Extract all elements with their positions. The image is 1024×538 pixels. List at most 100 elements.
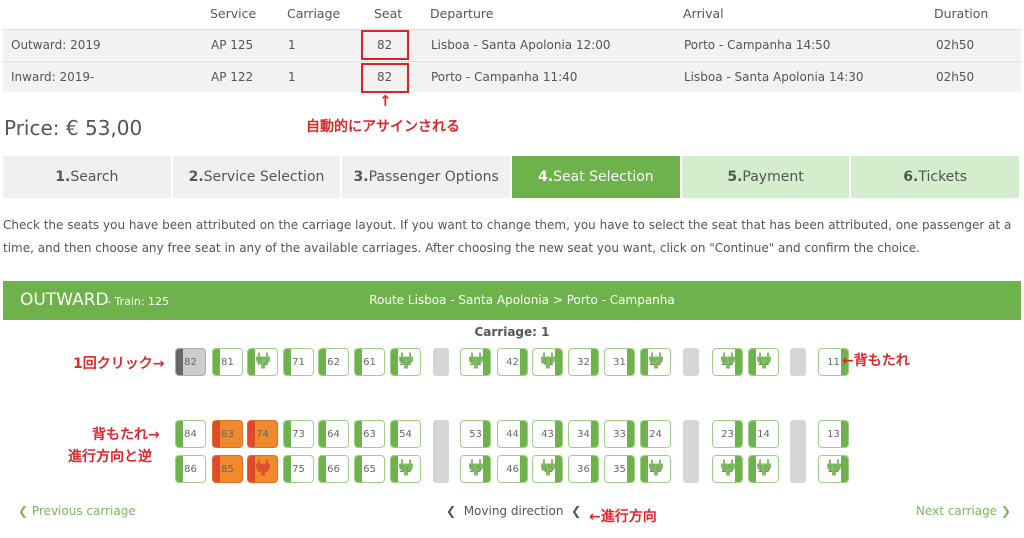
- seat-81[interactable]: 81: [212, 348, 243, 376]
- backrest-indicator: [213, 349, 220, 375]
- backrest-indicator: [355, 456, 362, 482]
- backrest-indicator: [319, 421, 326, 447]
- seat-65[interactable]: 65: [354, 455, 385, 483]
- seat-number: 36: [577, 463, 590, 475]
- backrest-indicator: [284, 349, 291, 375]
- seat-86[interactable]: 86: [175, 455, 206, 483]
- seat-32[interactable]: 32: [568, 348, 599, 376]
- seat-36[interactable]: 36: [568, 455, 599, 483]
- progress-steps: 1. Search 2. Service Selection 3. Passenger…: [3, 156, 1022, 198]
- seat-51[interactable]: 51: [460, 348, 491, 376]
- seat-31[interactable]: 31: [604, 348, 635, 376]
- seat-24[interactable]: 24: [640, 420, 671, 448]
- seat-number: 63: [363, 428, 376, 440]
- seat-16[interactable]: 16: [748, 455, 779, 483]
- seat-66[interactable]: 66: [318, 455, 349, 483]
- aisle: [683, 348, 699, 376]
- seat-13[interactable]: 13: [818, 420, 849, 448]
- next-carriage-label: Next carriage: [916, 504, 998, 518]
- seat-74[interactable]: 74: [247, 420, 278, 448]
- header-duration: Duration: [934, 6, 989, 21]
- backrest-indicator: [591, 349, 598, 375]
- seat-number: 11: [827, 356, 840, 368]
- backrest-indicator: [319, 349, 326, 375]
- power-outlet-icon: [720, 352, 736, 373]
- next-carriage-link[interactable]: Next carriage ❯: [916, 504, 1011, 518]
- seat-41[interactable]: 41: [532, 348, 563, 376]
- step-number: 1.: [55, 169, 71, 185]
- seat-56[interactable]: 56: [390, 455, 421, 483]
- seat-number: 23: [721, 428, 734, 440]
- seat-25[interactable]: 25: [712, 455, 743, 483]
- seat-12[interactable]: 12: [748, 348, 779, 376]
- step-number: 5.: [727, 169, 743, 185]
- seat-46[interactable]: 46: [497, 455, 528, 483]
- header-service: Service: [210, 6, 257, 21]
- step-label: Payment: [742, 169, 804, 185]
- seat-number: 64: [327, 428, 340, 440]
- backrest-indicator: [735, 421, 742, 447]
- seat-14[interactable]: 14: [748, 420, 779, 448]
- seat-number: 84: [184, 428, 197, 440]
- seat-54[interactable]: 54: [390, 420, 421, 448]
- seat-82[interactable]: 82: [175, 348, 206, 376]
- seat-76[interactable]: 76: [247, 455, 278, 483]
- seat-62[interactable]: 62: [318, 348, 349, 376]
- seat-34[interactable]: 34: [568, 420, 599, 448]
- backrest-indicator: [749, 421, 756, 447]
- backrest-indicator: [591, 456, 598, 482]
- seat-15[interactable]: 15: [818, 455, 849, 483]
- seat-22[interactable]: 22: [640, 348, 671, 376]
- seat-35[interactable]: 35: [604, 455, 635, 483]
- seat-number: 75: [292, 463, 305, 475]
- table-row-outward: Outward: 2019 AP 125 1 82 Lisboa - Santa…: [3, 29, 1021, 60]
- step-seat-selection: 4. Seat Selection: [512, 156, 682, 198]
- backrest-indicator: [391, 421, 398, 447]
- row-arrival: Porto - Campanha 14:50: [684, 38, 831, 52]
- previous-carriage-link[interactable]: ❮ Previous carriage: [18, 504, 136, 518]
- seat-number: 14: [757, 428, 770, 440]
- seat-63[interactable]: 63: [354, 420, 385, 448]
- backrest-indicator: [483, 349, 490, 375]
- seat-21[interactable]: 21: [712, 348, 743, 376]
- backrest-indicator: [248, 421, 255, 447]
- seat-42[interactable]: 42: [497, 348, 528, 376]
- row-label: Inward: 2019-: [11, 70, 95, 84]
- seat-73[interactable]: 73: [283, 420, 314, 448]
- seat-85[interactable]: 85: [212, 455, 243, 483]
- seat-71[interactable]: 71: [283, 348, 314, 376]
- seat-83[interactable]: 83: [212, 420, 243, 448]
- highlight-box: [361, 63, 409, 93]
- row-duration: 02h50: [936, 38, 975, 52]
- backrest-indicator: [591, 421, 598, 447]
- seat-33[interactable]: 33: [604, 420, 635, 448]
- seat-43[interactable]: 43: [532, 420, 563, 448]
- seat-44[interactable]: 44: [497, 420, 528, 448]
- row-service: AP 125: [211, 38, 254, 52]
- seat-number: 33: [613, 428, 626, 440]
- seat-72[interactable]: 72: [247, 348, 278, 376]
- backrest-indicator: [641, 421, 648, 447]
- step-label: Service Selection: [203, 169, 325, 185]
- backrest-indicator: [176, 349, 183, 375]
- seat-23[interactable]: 23: [712, 420, 743, 448]
- backrest-indicator: [555, 456, 562, 482]
- seat-75[interactable]: 75: [283, 455, 314, 483]
- backrest-indicator: [483, 456, 490, 482]
- seat-number: 54: [399, 428, 412, 440]
- seat-55[interactable]: 55: [460, 455, 491, 483]
- seat-52[interactable]: 52: [390, 348, 421, 376]
- seat-number: 66: [327, 463, 340, 475]
- seat-53[interactable]: 53: [460, 420, 491, 448]
- backrest-indicator: [355, 421, 362, 447]
- step-label: Seat Selection: [553, 169, 654, 185]
- seat-84[interactable]: 84: [175, 420, 206, 448]
- annotation-backrest: 背もたれ→: [92, 427, 160, 443]
- seat-61[interactable]: 61: [354, 348, 385, 376]
- seat-64[interactable]: 64: [318, 420, 349, 448]
- seat-45[interactable]: 45: [532, 455, 563, 483]
- seat-26[interactable]: 26: [640, 455, 671, 483]
- chevron-left-icon: ❮: [18, 504, 32, 518]
- step-label: Passenger Options: [368, 169, 499, 185]
- seat-number: 34: [577, 428, 590, 440]
